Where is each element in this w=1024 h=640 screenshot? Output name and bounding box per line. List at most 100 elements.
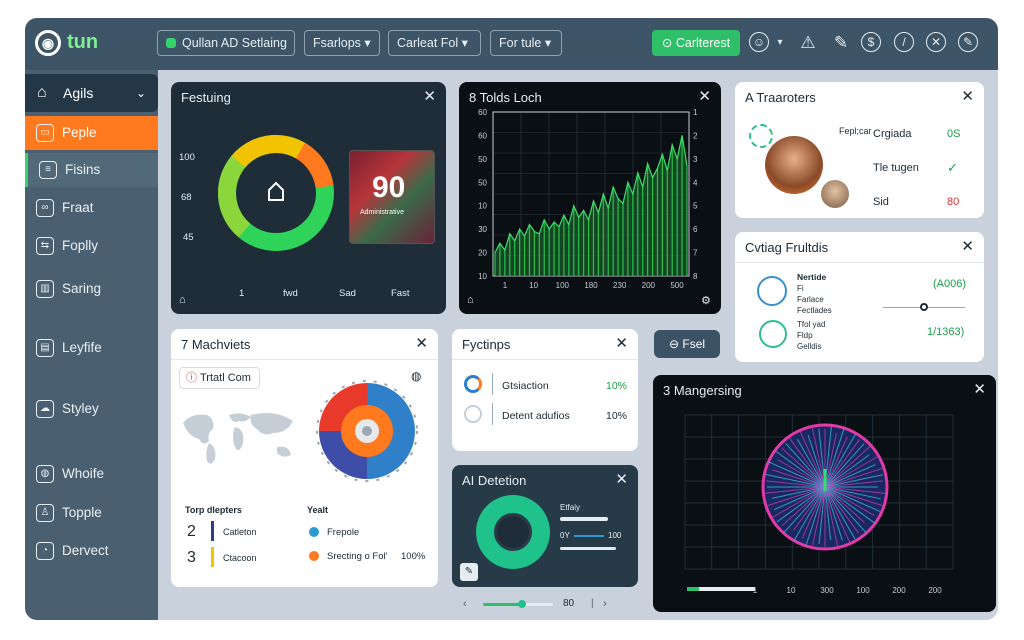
dollar-icon[interactable]: $	[861, 32, 881, 52]
x-tick-label: 180	[584, 281, 598, 290]
x-tick-label: 10	[529, 281, 538, 290]
edit-icon[interactable]: ✎	[460, 563, 478, 581]
color-bar	[211, 521, 214, 541]
sidebar-item-dervect[interactable]: ◔ Dervect	[25, 534, 158, 568]
close-icon[interactable]: ✕	[615, 470, 628, 488]
row-name: Tle tugen	[873, 162, 919, 174]
y-tick: 45	[183, 232, 194, 243]
panel-title: AI Detetion	[462, 473, 527, 488]
row-value: 0S	[947, 128, 961, 140]
divider	[735, 262, 984, 263]
legend-value: 100%	[401, 551, 426, 562]
row-number: 3	[187, 549, 196, 566]
building-icon: ▥	[36, 280, 54, 298]
globe-icon: ◍	[36, 465, 54, 483]
setting-button[interactable]: Qullan AD Setlaing	[157, 30, 295, 56]
house-icon	[268, 181, 284, 201]
radar-chart: 1 10 300 100 200 200	[684, 414, 954, 595]
green-dot-icon	[166, 38, 176, 48]
panel-title: Fyctinps	[462, 337, 511, 352]
panel-title: 3 Mangersing	[663, 383, 742, 398]
pen-icon[interactable]: ✎	[830, 32, 852, 54]
panel-title: 8 Tolds Loch	[469, 90, 542, 105]
close-icon[interactable]: ✕	[961, 87, 974, 105]
close-circle-icon[interactable]: ✕	[926, 32, 946, 52]
legend-bar-fill	[687, 587, 699, 591]
area-fill	[495, 135, 687, 276]
gauge-center	[494, 513, 532, 551]
y-tick-label: 20	[478, 249, 487, 258]
next-icon[interactable]: ›	[603, 598, 607, 610]
line-chart: 60 1 60 2 50 3 50 4 10 5 30 6 20 7 10 8 1 10 100 180 230 200 5…	[478, 108, 698, 290]
value-label: Etfaiy	[560, 503, 581, 512]
lock-icon[interactable]: ⌂	[467, 294, 474, 306]
sidebar-item-saring[interactable]: ▥ Saring	[25, 272, 158, 306]
fortule-dropdown[interactable]: For tule ▾	[490, 30, 562, 56]
emoji-icon[interactable]: ☺	[749, 32, 769, 52]
edit-circle-icon[interactable]: ✎	[958, 32, 978, 52]
legend-label: Frepole	[327, 527, 360, 538]
x-tick-label: 1	[753, 586, 758, 595]
logo[interactable]: ◉ tun	[35, 28, 115, 60]
avatar[interactable]	[765, 136, 823, 194]
chevron-down-icon: ▾	[364, 36, 371, 50]
carleat-dropdown[interactable]: Carleat Fol ▾	[388, 30, 481, 56]
sidebar-item-topple[interactable]: ♙ Topple	[25, 496, 158, 530]
x-tick-label: 100	[856, 586, 870, 595]
donut-chart	[218, 135, 334, 251]
pager-handle[interactable]	[518, 600, 526, 608]
fsarlops-dropdown[interactable]: Fsarlops ▾	[304, 30, 380, 56]
settings-icon[interactable]: ⚙	[701, 294, 711, 307]
column-title: Torp dlepters	[185, 505, 242, 515]
thumbnail-image[interactable]: 90 Administrative	[349, 150, 435, 244]
sidebar-item-leyfife[interactable]: ▤ Leyfife	[25, 331, 158, 365]
divider-line	[492, 373, 493, 395]
alert-icon[interactable]: ⚠	[797, 32, 819, 54]
inner-caption: Administrative	[360, 209, 404, 216]
sidebar-item-whoife[interactable]: ◍ Whoife	[25, 457, 158, 491]
home-icon: ⌂	[37, 84, 47, 101]
close-icon[interactable]: ✕	[698, 87, 711, 105]
chevron-down-icon: ⌄	[135, 86, 146, 100]
prev-icon[interactable]: ‹	[463, 598, 467, 610]
x-tick-label: 300	[820, 586, 834, 595]
lock-icon[interactable]: ⌂	[179, 294, 186, 306]
target-icon	[749, 124, 773, 148]
sidebar-item-foplly[interactable]: ⇆ Foplly	[25, 229, 158, 263]
avatar-small[interactable]	[819, 178, 851, 210]
sidebar-item-styley[interactable]: ☁ Styley	[25, 392, 158, 426]
panel-title: 7 Machviets	[181, 337, 251, 352]
y-tick-label-right: 4	[693, 178, 698, 187]
sidebar-item-fisins[interactable]: ≡ Fisins	[25, 153, 158, 187]
options-panel: Fyctinps ✕ Gtsiaction 10% Detent adufios…	[452, 329, 638, 451]
x-tick-label: 100	[556, 281, 570, 290]
gauge-ring	[476, 495, 550, 569]
close-icon[interactable]: ✕	[961, 237, 974, 255]
panel-title: A Traaroters	[745, 90, 816, 105]
close-icon[interactable]: ✕	[973, 380, 986, 398]
y-tick-label-right: 2	[693, 131, 698, 140]
app-window: ◉ tun Qullan AD Setlaing Fsarlops ▾ Carl…	[25, 18, 998, 620]
label: Fepl;car	[839, 126, 872, 136]
tool-button[interactable]: ⊖ Fsel	[654, 330, 720, 358]
chevron-down-icon[interactable]: ▾	[769, 32, 791, 54]
compass-icon[interactable]: /	[894, 32, 914, 52]
filter-chip[interactable]: ⓘ Trtatl Com	[179, 367, 260, 389]
machines-panel: 7 Machviets ✕ ⓘ Trtatl Com ◍ Torp dlepter…	[171, 329, 438, 587]
sidebar-header[interactable]: ⌂ Agils ⌄	[25, 74, 158, 112]
y-tick-label-right: 8	[693, 272, 698, 281]
person-icon: ♙	[36, 504, 54, 522]
primary-button[interactable]: ⊙ Carlterest	[652, 30, 740, 56]
item-line: Tfol yad	[797, 320, 826, 329]
close-icon[interactable]: ✕	[415, 334, 428, 352]
slider-handle[interactable]	[920, 303, 928, 311]
x-tick-label: 200	[642, 281, 656, 290]
sidebar-item-peple[interactable]: ▭ Peple	[25, 116, 158, 150]
close-icon[interactable]: ✕	[423, 87, 436, 105]
ring-icon	[464, 375, 482, 393]
close-icon[interactable]: ✕	[615, 334, 628, 352]
x-tick-label: 10	[787, 586, 796, 595]
outline-panel: Cvtiag Frultdis ✕ Nertide Fi Farlace Fec…	[735, 232, 984, 362]
panel-title: Festuing	[181, 90, 231, 105]
sidebar-item-fraat[interactable]: ∞ Fraat	[25, 191, 158, 225]
